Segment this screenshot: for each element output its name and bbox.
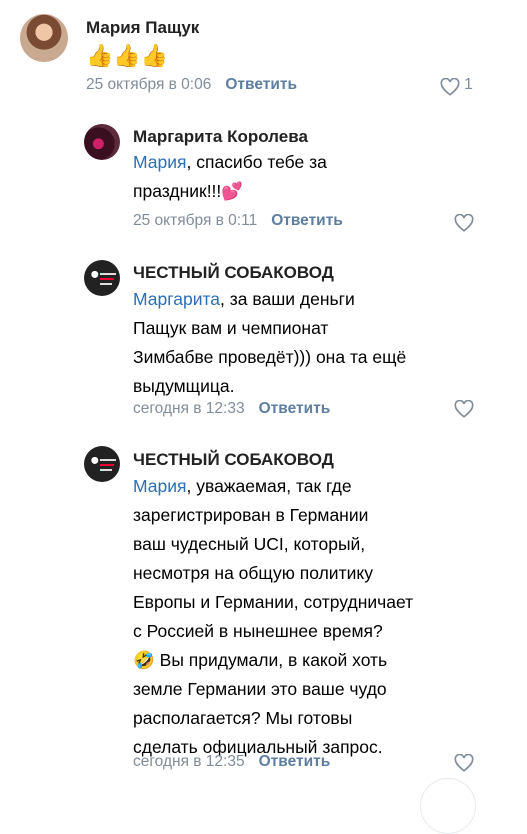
comment-meta: 25 октября в 0:11 Ответить: [133, 212, 343, 230]
reply-button[interactable]: Ответить: [271, 212, 343, 229]
comment-meta: 25 октября в 0:06 Ответить: [86, 76, 297, 94]
comment-author[interactable]: ЧЕСТНЫЙ СОБАКОВОД: [133, 450, 334, 470]
comment-date: сегодня в 12:33: [133, 400, 245, 417]
mention-link[interactable]: Мария: [133, 476, 187, 496]
comment-author[interactable]: ЧЕСТНЫЙ СОБАКОВОД: [133, 263, 334, 283]
mention-link[interactable]: Мария: [133, 152, 187, 172]
comment-date: 25 октября в 0:11: [133, 212, 258, 229]
comment-meta: сегодня в 12:33 Ответить: [133, 400, 330, 418]
comment-author[interactable]: Мария Пащук: [86, 18, 199, 38]
reply-button[interactable]: Ответить: [259, 753, 331, 770]
heart-outline-icon[interactable]: [440, 78, 460, 96]
avatar[interactable]: [20, 14, 68, 62]
scroll-down-button[interactable]: [420, 778, 476, 834]
comment-text: Мария, уважаемая, так где зарегистрирова…: [133, 476, 414, 757]
comment-author[interactable]: Маргарита Королева: [133, 127, 308, 147]
comment-date: 25 октября в 0:06: [86, 76, 212, 93]
heart-outline-icon[interactable]: [454, 400, 474, 418]
comment-text: Маргарита, за ваши деньги Пащук вам и че…: [133, 289, 407, 396]
avatar[interactable]: [84, 124, 120, 160]
reply-button[interactable]: Ответить: [259, 400, 331, 417]
mention-link[interactable]: Маргарита: [133, 289, 220, 309]
heart-outline-icon[interactable]: [454, 754, 474, 772]
reply-button[interactable]: Ответить: [225, 76, 297, 93]
comment-text: Мария, спасибо тебе за праздник!!!💕: [133, 152, 327, 201]
avatar[interactable]: [84, 260, 120, 296]
heart-outline-icon[interactable]: [454, 214, 474, 232]
like-count: 1: [464, 76, 473, 93]
comment-date: сегодня в 12:35: [133, 753, 245, 770]
comment-meta: сегодня в 12:35 Ответить: [133, 753, 330, 771]
avatar[interactable]: [84, 446, 120, 482]
comment-text: 👍👍👍: [86, 43, 169, 68]
